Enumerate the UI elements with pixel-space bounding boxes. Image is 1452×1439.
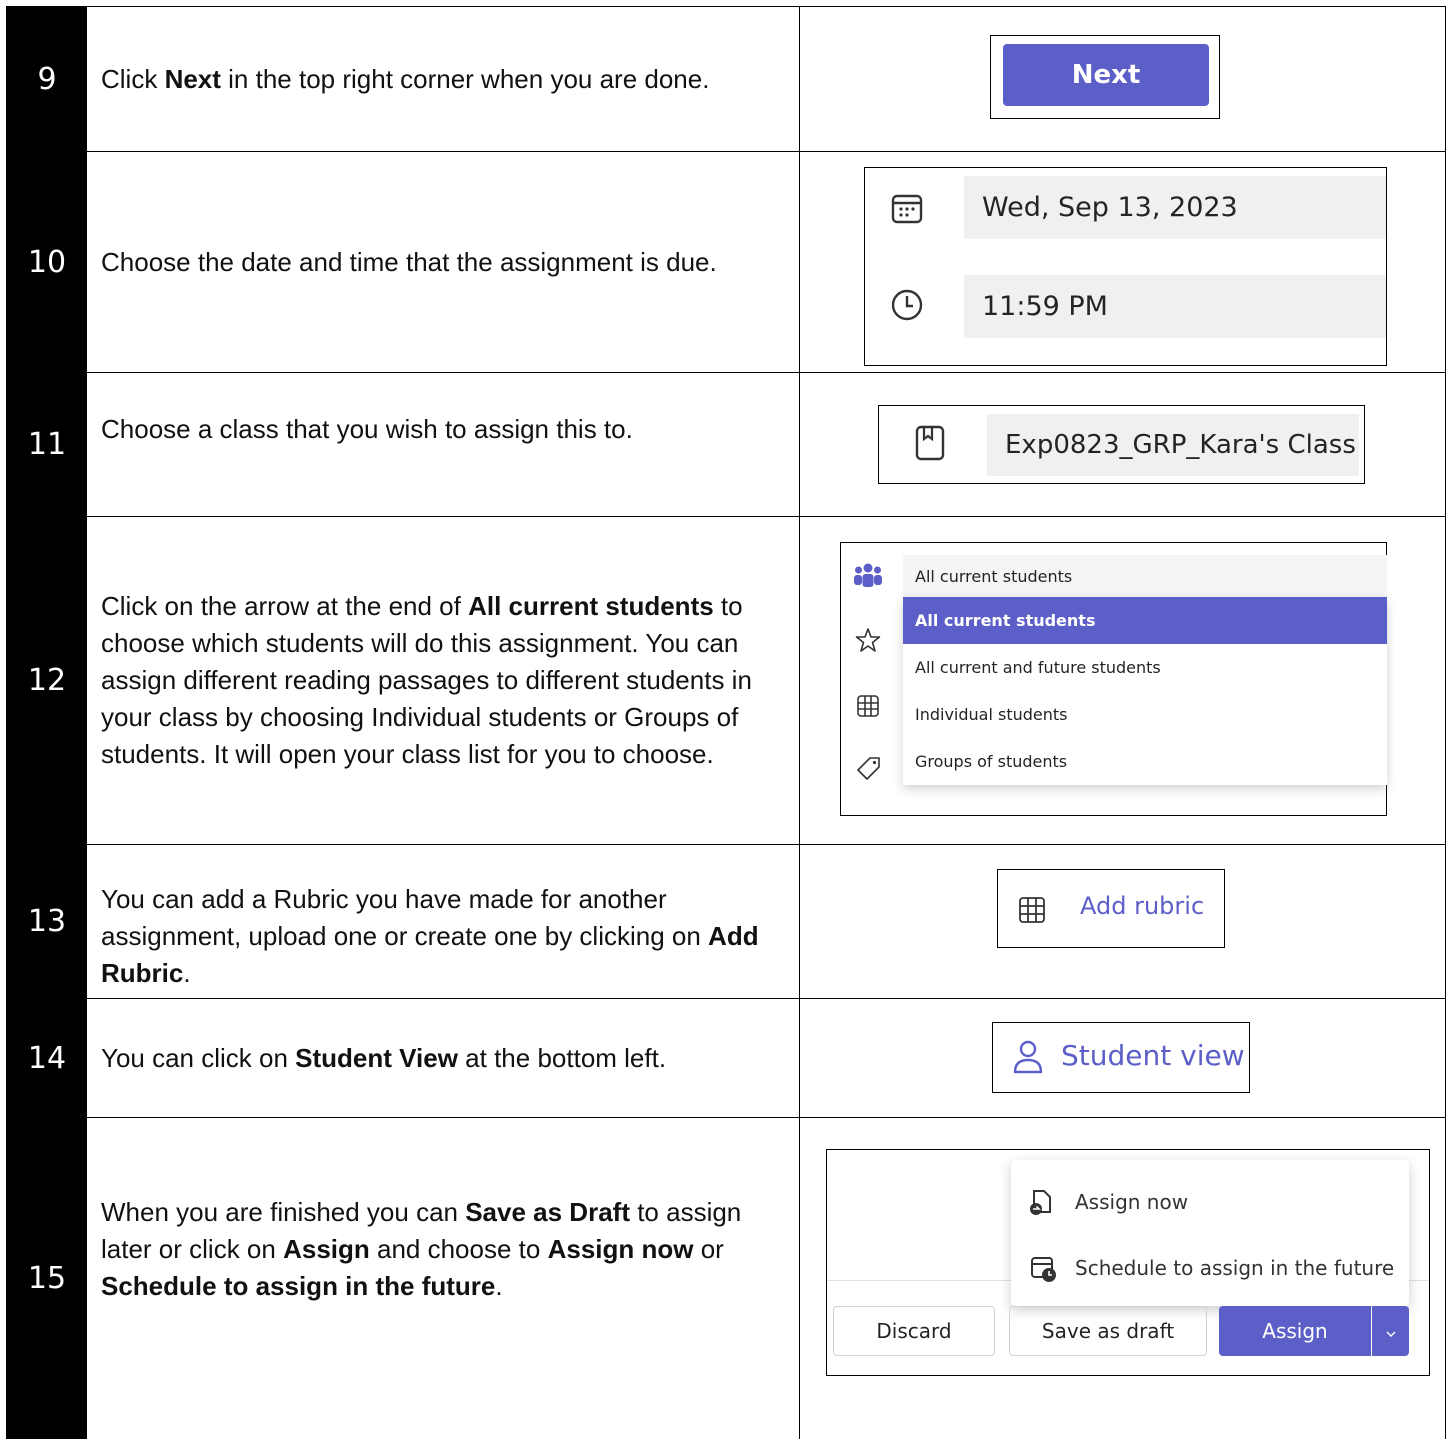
grid-icon	[855, 693, 881, 723]
class-field[interactable]: Exp0823_GRP_Kara's Class	[987, 414, 1359, 476]
rubric-screenshot: Add rubric	[997, 869, 1225, 948]
step-instruction: When you are finished you can Save as Dr…	[86, 1118, 800, 1439]
dropdown-option[interactable]: Groups of students	[903, 738, 1387, 785]
calendar-icon	[889, 191, 925, 231]
people-icon	[853, 562, 883, 592]
students-dropdown[interactable]: All current students	[903, 555, 1387, 597]
person-icon	[1011, 1039, 1045, 1079]
add-rubric-button[interactable]: Add rubric	[1080, 892, 1204, 920]
student-view-button[interactable]: Student view	[1061, 1039, 1245, 1072]
schedule-item[interactable]: Schedule to assign in the future	[1011, 1244, 1409, 1292]
step-row-15: 15 When you are finished you can Save as…	[6, 1118, 1446, 1439]
notebook-icon	[913, 424, 947, 466]
students-dropdown-list: All current students All current and fut…	[903, 597, 1387, 785]
students-screenshot: All current students All current student…	[840, 542, 1387, 816]
assign-now-icon	[1029, 1189, 1055, 1222]
student-view-screenshot: Student view	[992, 1022, 1250, 1093]
due-date-screenshot: Wed, Sep 13, 2023 11:59 PM	[864, 167, 1387, 366]
discard-button[interactable]: Discard	[833, 1306, 995, 1356]
step-row-10: 10 Choose the date and time that the ass…	[6, 152, 1446, 372]
step-instruction: Click on the arrow at the end of All cur…	[86, 517, 800, 844]
grid-icon	[1017, 895, 1047, 929]
class-screenshot: Exp0823_GRP_Kara's Class	[878, 405, 1365, 484]
step-row-14: 14 You can click on Student View at the …	[6, 999, 1446, 1117]
assign-dropdown-button[interactable]	[1372, 1306, 1409, 1356]
step-instruction: Choose the date and time that the assign…	[86, 152, 800, 372]
step-instruction: You can add a Rubric you have made for a…	[86, 845, 800, 998]
step-row-9: 9 Click Next in the top right corner whe…	[6, 7, 1446, 151]
tag-icon	[855, 755, 883, 787]
step-row-13: 13 You can add a Rubric you have made fo…	[6, 845, 1446, 998]
schedule-icon	[1029, 1255, 1057, 1288]
step-number: 12	[6, 517, 86, 844]
step-instruction: You can click on Student View at the bot…	[86, 999, 800, 1117]
step-number: 15	[6, 1118, 86, 1439]
next-screenshot: Next	[990, 35, 1220, 119]
step-row-11: 11 Choose a class that you wish to assig…	[6, 373, 1446, 516]
step-number: 9	[6, 7, 86, 151]
star-icon	[855, 627, 881, 657]
clock-icon	[889, 287, 925, 327]
step-instruction: Click Next in the top right corner when …	[86, 7, 800, 151]
step-number: 11	[6, 373, 86, 516]
save-draft-button[interactable]: Save as draft	[1009, 1306, 1207, 1356]
step-number: 13	[6, 845, 86, 998]
dropdown-option[interactable]: Individual students	[903, 691, 1387, 738]
dropdown-option[interactable]: All current and future students	[903, 644, 1387, 691]
step-row-12: 12 Click on the arrow at the end of All …	[6, 517, 1446, 844]
due-date-field[interactable]: Wed, Sep 13, 2023	[964, 176, 1386, 239]
assign-screenshot: Assign now Schedule to assign in the fut…	[826, 1149, 1430, 1376]
step-number: 14	[6, 999, 86, 1117]
assign-now-item[interactable]: Assign now	[1011, 1178, 1409, 1226]
step-number: 10	[6, 152, 86, 372]
assign-button[interactable]: Assign	[1219, 1306, 1371, 1356]
step-instruction: Choose a class that you wish to assign t…	[86, 373, 800, 516]
next-button[interactable]: Next	[1003, 44, 1209, 106]
due-time-field[interactable]: 11:59 PM	[964, 275, 1386, 338]
chevron-down-icon	[1385, 1319, 1397, 1343]
assign-menu: Assign now Schedule to assign in the fut…	[1011, 1160, 1409, 1306]
dropdown-option[interactable]: All current students	[903, 597, 1387, 644]
